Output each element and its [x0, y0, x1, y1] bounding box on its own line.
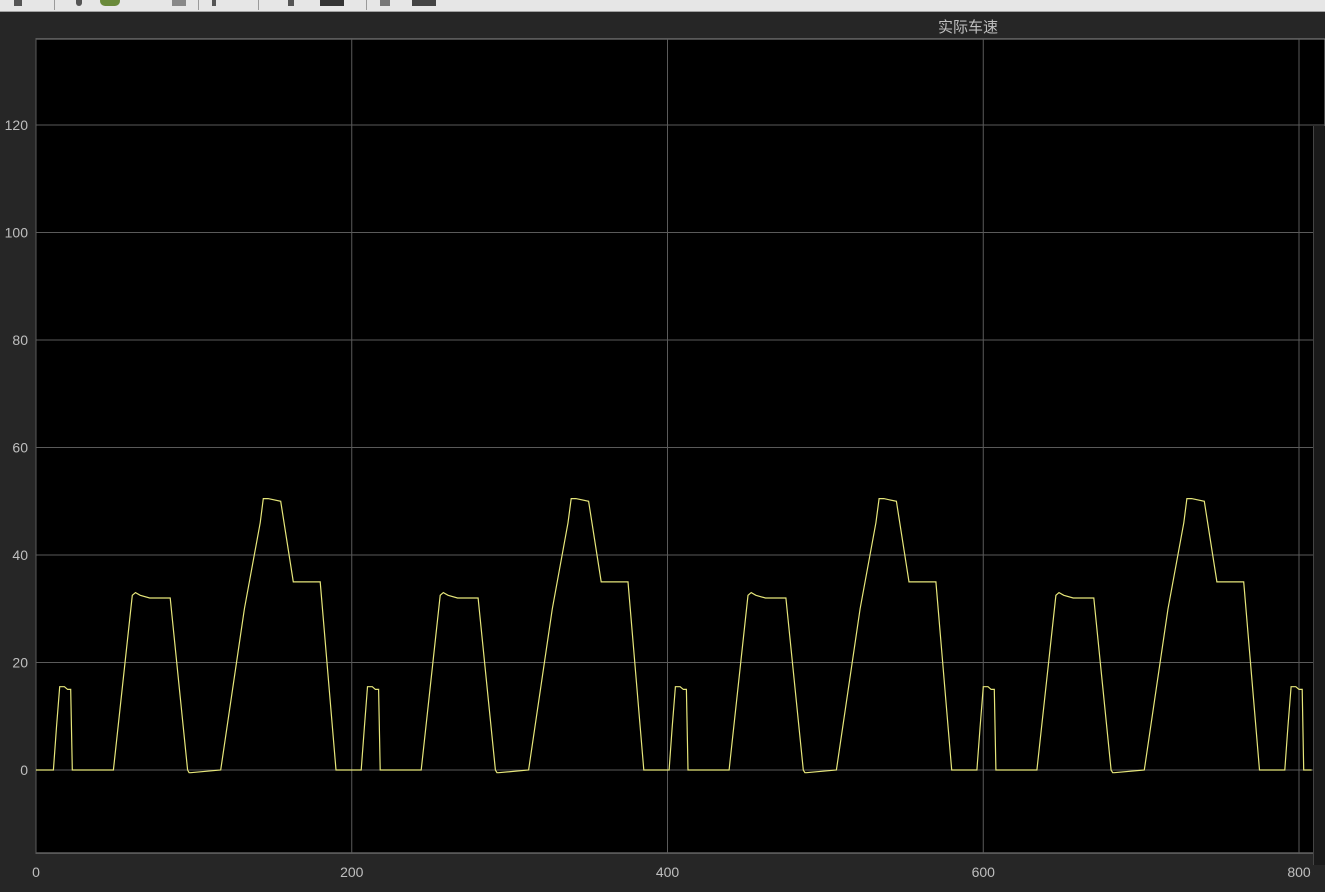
- run-icon[interactable]: [14, 0, 22, 6]
- scope-window: 实际车速 0 20 40 60 80 100 120 0 200 400 600 800: [0, 12, 1325, 887]
- layout-icon[interactable]: [320, 0, 344, 6]
- zoom-icon[interactable]: [288, 0, 294, 6]
- x-tick-label: 400: [656, 864, 680, 880]
- speed-chart: 实际车速 0 20 40 60 80 100 120 0 200 400 600 800: [5, 19, 1325, 880]
- x-tick-label: 200: [340, 864, 364, 880]
- step-icon[interactable]: [100, 0, 120, 6]
- toolbar-separator: [258, 0, 259, 10]
- x-tick-label: 800: [1287, 864, 1311, 880]
- legend-scroll-strip[interactable]: [1313, 126, 1325, 865]
- style-icon[interactable]: [412, 0, 436, 6]
- y-tick-label: 40: [12, 547, 28, 563]
- y-tick-label: 60: [12, 440, 28, 456]
- y-tick-label: 0: [20, 762, 28, 778]
- cursor-icon[interactable]: [212, 0, 216, 6]
- y-tick-label: 100: [5, 225, 29, 241]
- x-axis: 0 200 400 600 800: [32, 864, 1311, 880]
- toolbar-separator: [366, 0, 367, 10]
- y-tick-label: 120: [5, 117, 29, 133]
- y-axis: 0 20 40 60 80 100 120: [5, 117, 29, 778]
- print-icon[interactable]: [172, 0, 186, 6]
- y-tick-label: 80: [12, 332, 28, 348]
- toolbar-separator: [54, 0, 55, 10]
- y-tick-label: 20: [12, 655, 28, 671]
- settings-icon[interactable]: [380, 0, 390, 6]
- x-tick-label: 0: [32, 864, 40, 880]
- record-icon[interactable]: [76, 0, 82, 6]
- chart-title: 实际车速: [938, 19, 998, 36]
- toolbar-separator: [198, 0, 199, 10]
- scope-toolbar: [0, 0, 1325, 12]
- plot-area[interactable]: [35, 38, 1325, 854]
- x-tick-label: 600: [972, 864, 996, 880]
